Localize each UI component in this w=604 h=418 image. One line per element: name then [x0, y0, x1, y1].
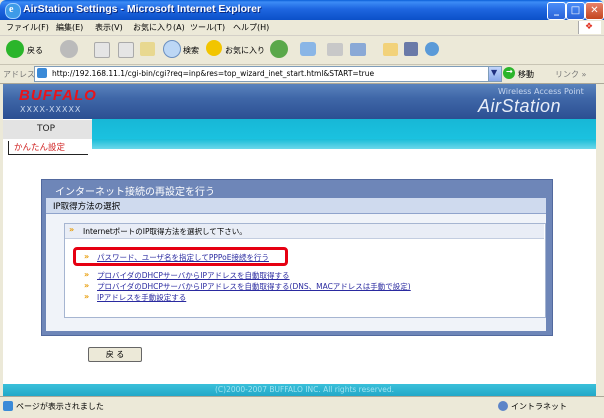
- home-icon[interactable]: [140, 42, 155, 56]
- sub-nav-strip: [92, 139, 601, 149]
- copyright-text: (C)2000-2007 BUFFALO INC. All rights res…: [215, 385, 395, 394]
- menu-tools[interactable]: ツール(T): [190, 22, 225, 33]
- instruction-text: InternetポートのIP取得方法を選択して下さい。: [83, 227, 247, 236]
- favorites-label[interactable]: お気に入り: [225, 45, 265, 56]
- menu-help[interactable]: ヘルプ(H): [233, 22, 269, 33]
- address-url[interactable]: http://192.168.11.1/cgi-bin/cgi?req=inp&…: [52, 69, 374, 78]
- page-content: BUFFALO XXXX-XXXXX Wireless Access Point…: [3, 84, 601, 396]
- ie-icon: e: [5, 3, 21, 19]
- easy-setup-link[interactable]: かんたん設定: [8, 141, 88, 155]
- links-button[interactable]: リンク »: [555, 69, 586, 80]
- page-footer: (C)2000-2007 BUFFALO INC. All rights res…: [3, 384, 601, 396]
- model-name: XXXX-XXXXX: [20, 105, 82, 114]
- option-dhcp-manual-dns-link[interactable]: プロバイダのDHCPサーバからIPアドレスを自動取得する(DNS、MACアドレス…: [97, 281, 411, 292]
- page-icon: [37, 68, 47, 78]
- buffalo-logo: BUFFALO: [19, 87, 97, 104]
- airstation-logo: AirStation: [478, 96, 562, 116]
- arrow-bullet-icon: »: [84, 281, 90, 290]
- window-title: AirStation Settings - Microsoft Internet…: [23, 3, 262, 15]
- favorites-star-icon[interactable]: [206, 40, 222, 56]
- go-button[interactable]: 移動: [518, 69, 534, 80]
- panel-subtitle-bar: IP取得方法の選択: [46, 198, 546, 214]
- history-icon[interactable]: [270, 40, 288, 58]
- arrow-bullet-icon: »: [84, 270, 90, 279]
- easy-setup-label: かんたん設定: [14, 143, 66, 153]
- search-icon[interactable]: [163, 40, 181, 58]
- stop-icon[interactable]: [94, 42, 110, 58]
- print-icon[interactable]: [327, 43, 343, 56]
- page-header: BUFFALO XXXX-XXXXX Wireless Access Point…: [3, 84, 601, 119]
- tagline: Wireless Access Point: [498, 87, 584, 96]
- tab-top[interactable]: TOP: [3, 119, 92, 140]
- research-icon[interactable]: [404, 42, 418, 56]
- option-dhcp-auto-link[interactable]: プロバイダのDHCPサーバからIPアドレスを自動取得する: [97, 270, 290, 281]
- intranet-zone-icon: [498, 401, 508, 411]
- arrow-bullet-icon: »: [84, 292, 90, 301]
- status-text: ページが表示されました: [16, 402, 104, 411]
- refresh-icon[interactable]: [118, 42, 134, 58]
- menu-file[interactable]: ファイル(F): [6, 22, 49, 33]
- menu-edit[interactable]: 編集(E): [56, 22, 83, 33]
- address-dropdown-button[interactable]: ▼: [488, 66, 502, 82]
- search-label[interactable]: 検索: [183, 45, 199, 56]
- minimize-button[interactable]: _: [547, 2, 566, 20]
- tab-top-label: TOP: [37, 124, 56, 134]
- menu-favorites[interactable]: お気に入り(A): [133, 22, 185, 33]
- back-label[interactable]: 戻る: [27, 45, 43, 56]
- scrollbar[interactable]: [596, 84, 601, 396]
- panel-subtitle: IP取得方法の選択: [53, 202, 121, 212]
- arrow-bullet-icon: »: [69, 225, 75, 234]
- edit-icon[interactable]: [350, 43, 366, 56]
- close-button[interactable]: ✕: [585, 2, 604, 20]
- maximize-button[interactable]: □: [566, 2, 585, 20]
- mail-icon[interactable]: [300, 42, 316, 56]
- back-arrow-icon[interactable]: [6, 40, 24, 58]
- panel-title: インターネット接続の再設定を行う: [55, 187, 215, 198]
- menu-bar: ファイル(F) 編集(E) 表示(V) お気に入り(A) ツール(T) ヘルプ(…: [0, 20, 604, 36]
- page-done-icon: [3, 401, 13, 411]
- go-arrow-icon[interactable]: →: [503, 67, 515, 79]
- windows-logo-icon: ❖: [578, 21, 601, 34]
- chevron-down-icon: ▼: [491, 68, 498, 77]
- messenger-icon[interactable]: [425, 42, 439, 56]
- zone-text: イントラネット: [511, 402, 567, 411]
- option-manual-ip-link[interactable]: IPアドレスを手動設定する: [97, 292, 186, 303]
- menu-view[interactable]: 表示(V): [95, 22, 123, 33]
- folder-icon[interactable]: [383, 43, 398, 56]
- forward-arrow-icon[interactable]: [60, 40, 78, 58]
- back-button[interactable]: 戻 る: [88, 347, 142, 362]
- highlight-box: [73, 247, 288, 266]
